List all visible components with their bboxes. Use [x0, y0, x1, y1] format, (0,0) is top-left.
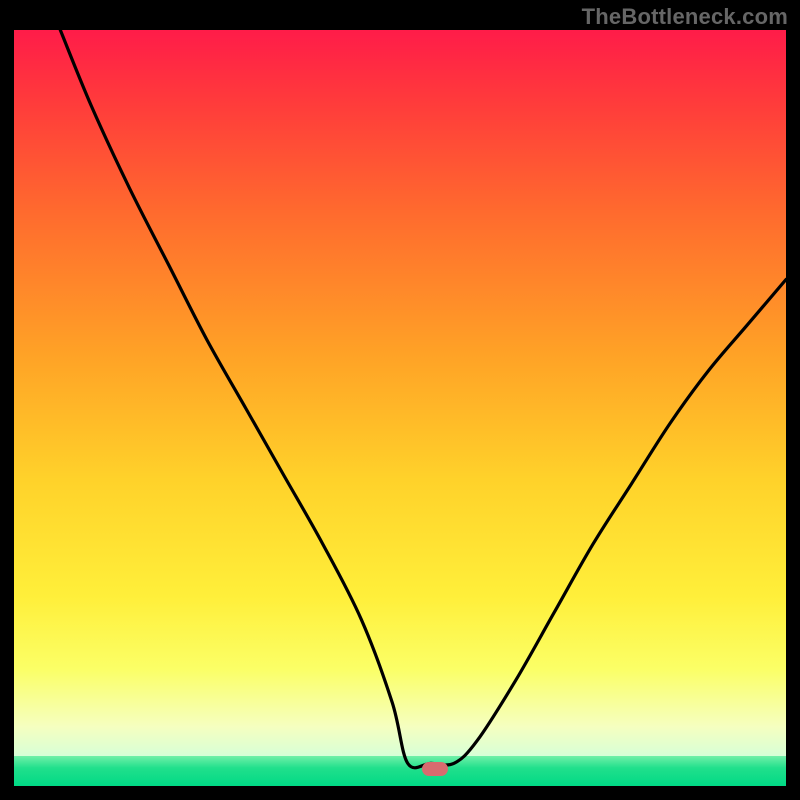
- optimum-marker: [422, 762, 448, 776]
- chart-stage: TheBottleneck.com: [0, 0, 800, 800]
- plot-area: [14, 30, 786, 786]
- bottleneck-curve: [14, 30, 786, 786]
- watermark-text: TheBottleneck.com: [582, 4, 788, 30]
- curve-path: [60, 30, 786, 768]
